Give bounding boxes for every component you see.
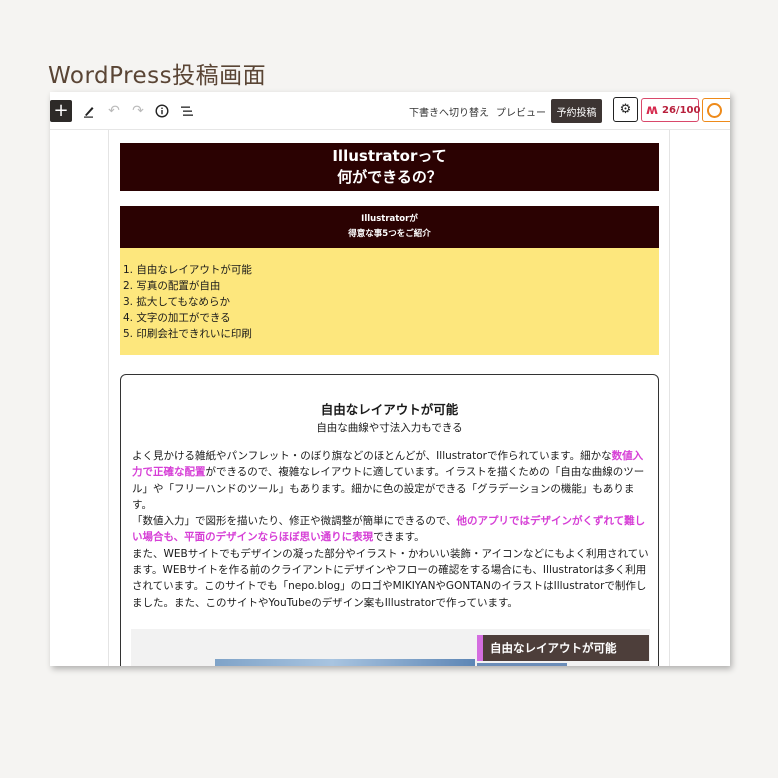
card-body: よく見かける雑紙やパンフレット・のぼり旗などのほとんどが、Illustrator…: [132, 448, 650, 611]
feature-card-block[interactable]: 自由なレイアウトが可能 自由な曲線や寸法入力もできる よく見かける雑紙やパンフレ…: [120, 374, 659, 666]
subheading-line-2: 得意な事5つをご紹介: [348, 229, 431, 239]
text: 「数値入力」で図形を描いたり、修正や微調整が簡単にできるので、: [132, 515, 457, 528]
list-item: 2. 写真の配置が自由: [123, 280, 221, 292]
editor-window: + ↶ ↷ 下書きへ切り替え プレビュー 予約投稿 ⚙ ʍ 26/100 Ill…: [50, 92, 730, 666]
list-item: 5. 印刷会社できれいに印刷: [123, 328, 252, 340]
subheading-block[interactable]: Illustratorが 得意な事5つをご紹介: [120, 206, 659, 248]
redo-button[interactable]: ↷: [127, 100, 149, 122]
preview-button[interactable]: プレビュー: [496, 104, 546, 119]
text: よく見かける雑紙やパンフレット・のぼり旗などのほとんどが、Illustrator…: [132, 450, 612, 462]
switch-to-draft-button[interactable]: 下書きへ切り替え: [409, 104, 489, 119]
gear-icon: ⚙: [619, 102, 632, 117]
pen-icon: [84, 107, 94, 118]
image-preview[interactable]: 自由なレイアウトが可能: [131, 629, 650, 666]
paragraph-2: 「数値入力」で図形を描いたり、修正や微調整が簡単にできるので、他のアプリではデザ…: [132, 513, 650, 546]
text: ができるので、複雑なレイアウトに適しています。イラストを描くための「自由な曲線の…: [132, 466, 645, 511]
plugin-lion-icon: [707, 102, 722, 118]
undo-icon: ↶: [108, 103, 120, 119]
settings-button[interactable]: ⚙: [613, 97, 638, 122]
feature-list-block[interactable]: 1. 自由なレイアウトが可能 2. 写真の配置が自由 3. 拡大してもなめらか …: [120, 248, 659, 355]
preview-label: 自由なレイアウトが可能: [477, 635, 649, 661]
text: できます。: [373, 531, 425, 544]
title-line-2: 何ができるの？: [337, 168, 442, 186]
page-caption: WordPress投稿画面: [48, 63, 267, 89]
list-item: 1. 自由なレイアウトが可能: [123, 264, 252, 276]
editor-toolbar: + ↶ ↷ 下書きへ切り替え プレビュー 予約投稿 ⚙ ʍ 26/100: [50, 92, 730, 130]
pen-tool-button[interactable]: [78, 100, 100, 122]
preview-image-side: [477, 663, 567, 666]
editor-canvas: Illustratorって 何ができるの？ Illustratorが 得意な事5…: [108, 130, 670, 666]
seo-score-value: 26/100: [662, 104, 701, 116]
list-item: 3. 拡大してもなめらか: [123, 296, 231, 308]
paragraph-3: また、WEBサイトでもデザインの凝った部分やイラスト・かわいい装飾・アイコンなど…: [132, 547, 649, 609]
title-line-1: Illustratorって: [332, 147, 447, 165]
list-view-icon: [181, 106, 193, 116]
title-block[interactable]: Illustratorって 何ができるの？: [120, 143, 659, 191]
preview-image: [215, 659, 475, 666]
redo-icon: ↷: [132, 103, 144, 119]
card-title: 自由なレイアウトが可能: [320, 402, 459, 417]
list-view-button[interactable]: [176, 100, 198, 122]
info-button[interactable]: [151, 100, 173, 122]
card-subtitle: 自由な曲線や寸法入力もできる: [316, 422, 463, 434]
undo-button[interactable]: ↶: [103, 100, 125, 122]
info-icon: [155, 104, 169, 118]
seo-score-button[interactable]: ʍ 26/100: [641, 98, 701, 122]
subheading-line-1: Illustratorが: [361, 214, 418, 224]
schedule-publish-button[interactable]: 予約投稿: [551, 99, 602, 123]
paragraph-1: よく見かける雑紙やパンフレット・のぼり旗などのほとんどが、Illustrator…: [132, 448, 650, 513]
preview-accent-bar: [477, 635, 483, 661]
add-block-button[interactable]: +: [50, 100, 72, 122]
list-item: 4. 文字の加工ができる: [123, 312, 231, 324]
seo-logo-icon: ʍ: [646, 102, 659, 118]
plus-icon: +: [53, 100, 69, 121]
plugin-button[interactable]: [702, 98, 730, 122]
